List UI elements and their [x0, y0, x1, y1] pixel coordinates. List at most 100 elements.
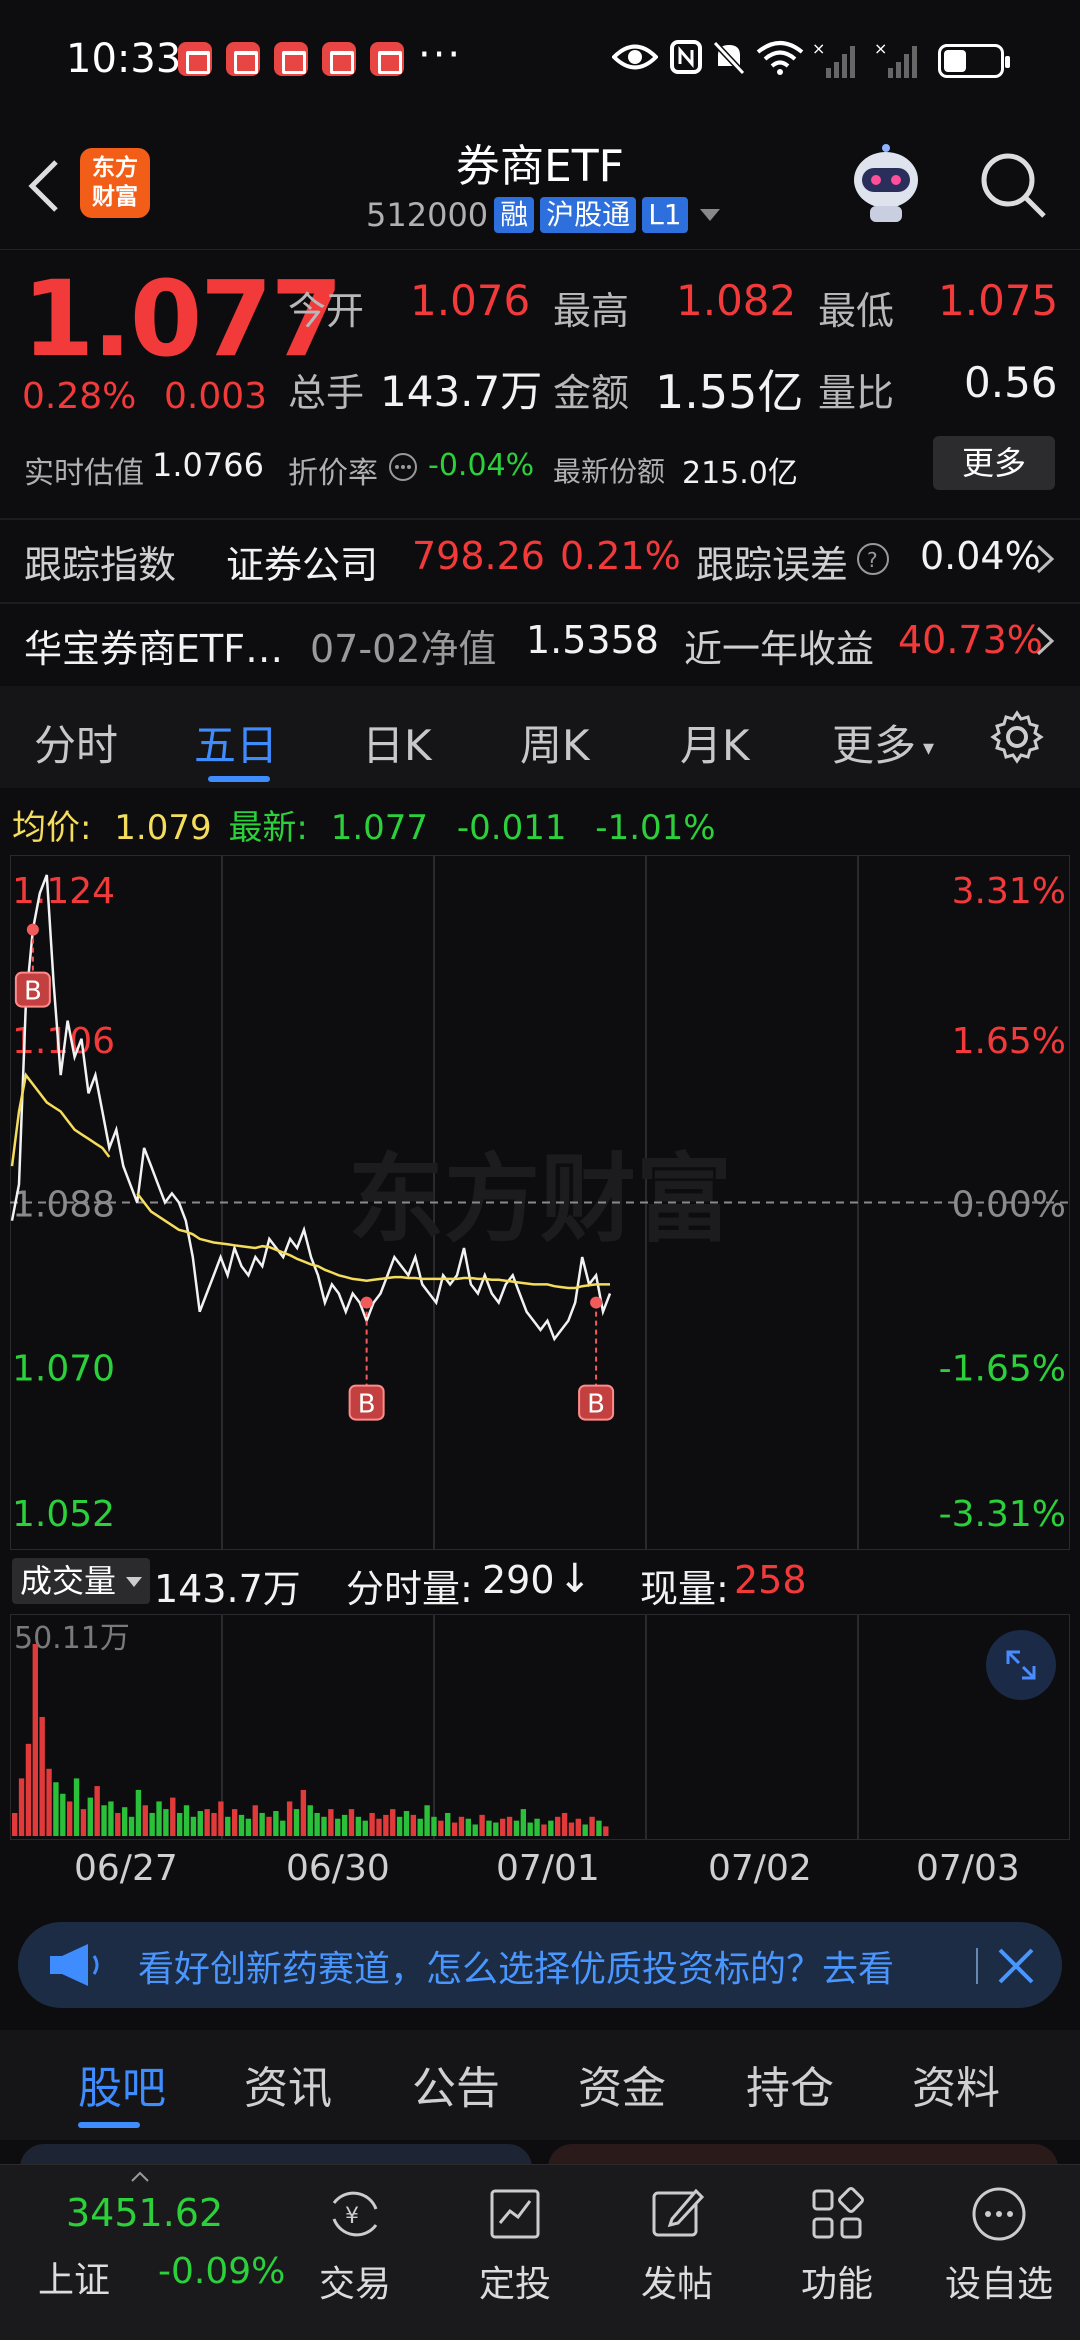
volume-bar	[286, 1801, 293, 1836]
volume-bar	[362, 1820, 368, 1836]
tab-profile[interactable]: 资料	[912, 2052, 1000, 2116]
app-header: 东方 财富 券商ETF 512000 融 沪股通 L1	[0, 120, 1080, 250]
volume-ratio-value: 0.56	[964, 358, 1058, 407]
tab-monthly-k[interactable]: 月K	[680, 712, 750, 773]
tab-fund-flow[interactable]: 资金	[578, 2052, 666, 2116]
chevron-up-icon	[131, 2171, 149, 2182]
volume-bar	[603, 1826, 609, 1836]
price-line	[10, 874, 612, 1342]
volume-chart-svg: 50.11万	[9, 1613, 1071, 1841]
volume-ratio-label: 量比	[818, 371, 895, 415]
volume-indicator-select[interactable]: 成交量	[12, 1558, 150, 1604]
tab-weekly-k[interactable]: 周K	[520, 712, 590, 773]
date-label: 07/02	[708, 1848, 812, 1889]
market-index-widget[interactable]: 3451.62 上证 -0.09%	[0, 2165, 290, 2340]
promo-banner[interactable]: 看好创新药赛道，怎么选择优质投资标的？去看	[18, 1922, 1062, 2008]
level-tag: L1	[642, 197, 688, 233]
volume-bar	[555, 1816, 561, 1836]
more-button[interactable]: 更多	[933, 436, 1055, 490]
volume-bar	[266, 1816, 272, 1836]
nav-functions[interactable]: 功能	[772, 2183, 902, 2307]
tab-holdings[interactable]: 持仓	[746, 2052, 834, 2116]
help-icon[interactable]: ?	[856, 542, 890, 576]
buy-marker-label: B	[24, 977, 42, 1007]
nav-add-watchlist[interactable]: 设自选	[934, 2183, 1064, 2307]
tab-more[interactable]: 更多 ▾	[832, 712, 934, 773]
date-label: 06/27	[74, 1848, 178, 1889]
iopv-label: 实时估值	[24, 456, 144, 491]
volume-bar	[280, 1820, 286, 1836]
volume-bar	[190, 1816, 197, 1836]
watermark-text: 东方财富	[348, 1144, 732, 1256]
nav-post[interactable]: 发帖	[612, 2183, 742, 2307]
volume-bar	[541, 1824, 547, 1836]
chevron-down-icon	[699, 209, 720, 221]
margin-tag: 融	[494, 197, 535, 233]
expand-button[interactable]	[986, 1630, 1056, 1700]
volume-bar	[424, 1805, 430, 1836]
volume-bar	[231, 1809, 238, 1836]
volume-bar	[163, 1809, 169, 1836]
y-axis-right-label: 0.00%	[952, 1185, 1066, 1226]
volume-bar	[73, 1778, 80, 1836]
notification-book-icon	[370, 42, 404, 76]
volume-bar	[259, 1812, 265, 1836]
price-chart[interactable]: 东方财富 1.124 1.106 1.088 1.070 1.052 3.31% 1.65% 0…	[9, 854, 1071, 1551]
avg-label: 均价:	[12, 808, 92, 848]
open-value: 1.076	[410, 276, 531, 325]
volume-bar	[341, 1814, 348, 1836]
robot-assistant-icon[interactable]	[846, 142, 926, 224]
shares-value: 215.0亿	[682, 456, 798, 491]
security-code-row[interactable]: 512000 融 沪股通 L1	[366, 196, 720, 234]
signal-icon-2: ×	[874, 40, 917, 78]
info-dots-icon[interactable]	[388, 452, 418, 482]
volume-bar	[121, 1807, 128, 1836]
y-axis-left-label: 1.124	[12, 871, 115, 912]
tracking-index-pct: 0.21%	[560, 534, 681, 578]
volume-bar	[314, 1812, 320, 1836]
last-pct: -1.01%	[595, 808, 716, 848]
tab-intraday[interactable]: 分时	[34, 712, 118, 773]
tab-news[interactable]: 资讯	[244, 2052, 332, 2116]
open-label: 今开	[288, 289, 365, 333]
nav-plan[interactable]: 定投	[450, 2183, 580, 2307]
mute-bell-icon	[712, 40, 746, 76]
volume-frame	[9, 1613, 1071, 1841]
gear-icon[interactable]	[990, 710, 1044, 764]
tab-announcements[interactable]: 公告	[412, 2052, 500, 2116]
bottom-navigation: 3451.62 上证 -0.09% ¥ 交易 定投 发帖 功能 设自选	[0, 2164, 1080, 2340]
volume-bar	[225, 1816, 231, 1836]
tab-five-day[interactable]: 五日	[194, 712, 278, 773]
volume-bar	[451, 1822, 458, 1836]
tracking-index-label: 跟踪指数	[24, 543, 177, 587]
close-icon[interactable]	[994, 1944, 1038, 1988]
svg-text:×: ×	[812, 40, 825, 58]
volume-bar	[396, 1816, 403, 1836]
volume-bar	[66, 1801, 73, 1836]
change-percent: 0.28%	[22, 376, 137, 417]
volume-bar	[12, 1812, 18, 1836]
volume-chart[interactable]: 50.11万	[9, 1613, 1071, 1841]
volume-bar	[568, 1822, 575, 1836]
tracking-row[interactable]: 跟踪指数 证券公司 798.26 0.21% 跟踪误差 ? 0.04%	[0, 520, 1080, 602]
tab-daily-k[interactable]: 日K	[362, 712, 432, 773]
low-value: 1.075	[938, 276, 1059, 325]
volume-bar	[548, 1820, 554, 1836]
volume-bar	[355, 1816, 362, 1836]
y-axis-right-label: -3.31%	[939, 1494, 1066, 1535]
nav-trade[interactable]: ¥ 交易	[290, 2183, 420, 2307]
volume-bar	[582, 1824, 588, 1836]
date-label: 07/03	[916, 1848, 1020, 1889]
volume-bar	[211, 1812, 217, 1836]
volume-label: 总手	[288, 371, 365, 415]
iopv-value: 1.0766	[152, 446, 264, 484]
more-circle-icon	[972, 2187, 1026, 2241]
volume-bar	[589, 1816, 595, 1836]
buy-marker-label: B	[358, 1390, 376, 1420]
eye-icon	[612, 44, 658, 70]
search-icon[interactable]	[978, 150, 1048, 220]
fund-row[interactable]: 华宝券商ETF… 07-02净值 1.5358 近一年收益 40.73%	[0, 604, 1080, 684]
index-name: 上证	[38, 2260, 111, 2301]
low-label: 最低	[818, 289, 895, 333]
tab-forum[interactable]: 股吧	[78, 2052, 166, 2116]
